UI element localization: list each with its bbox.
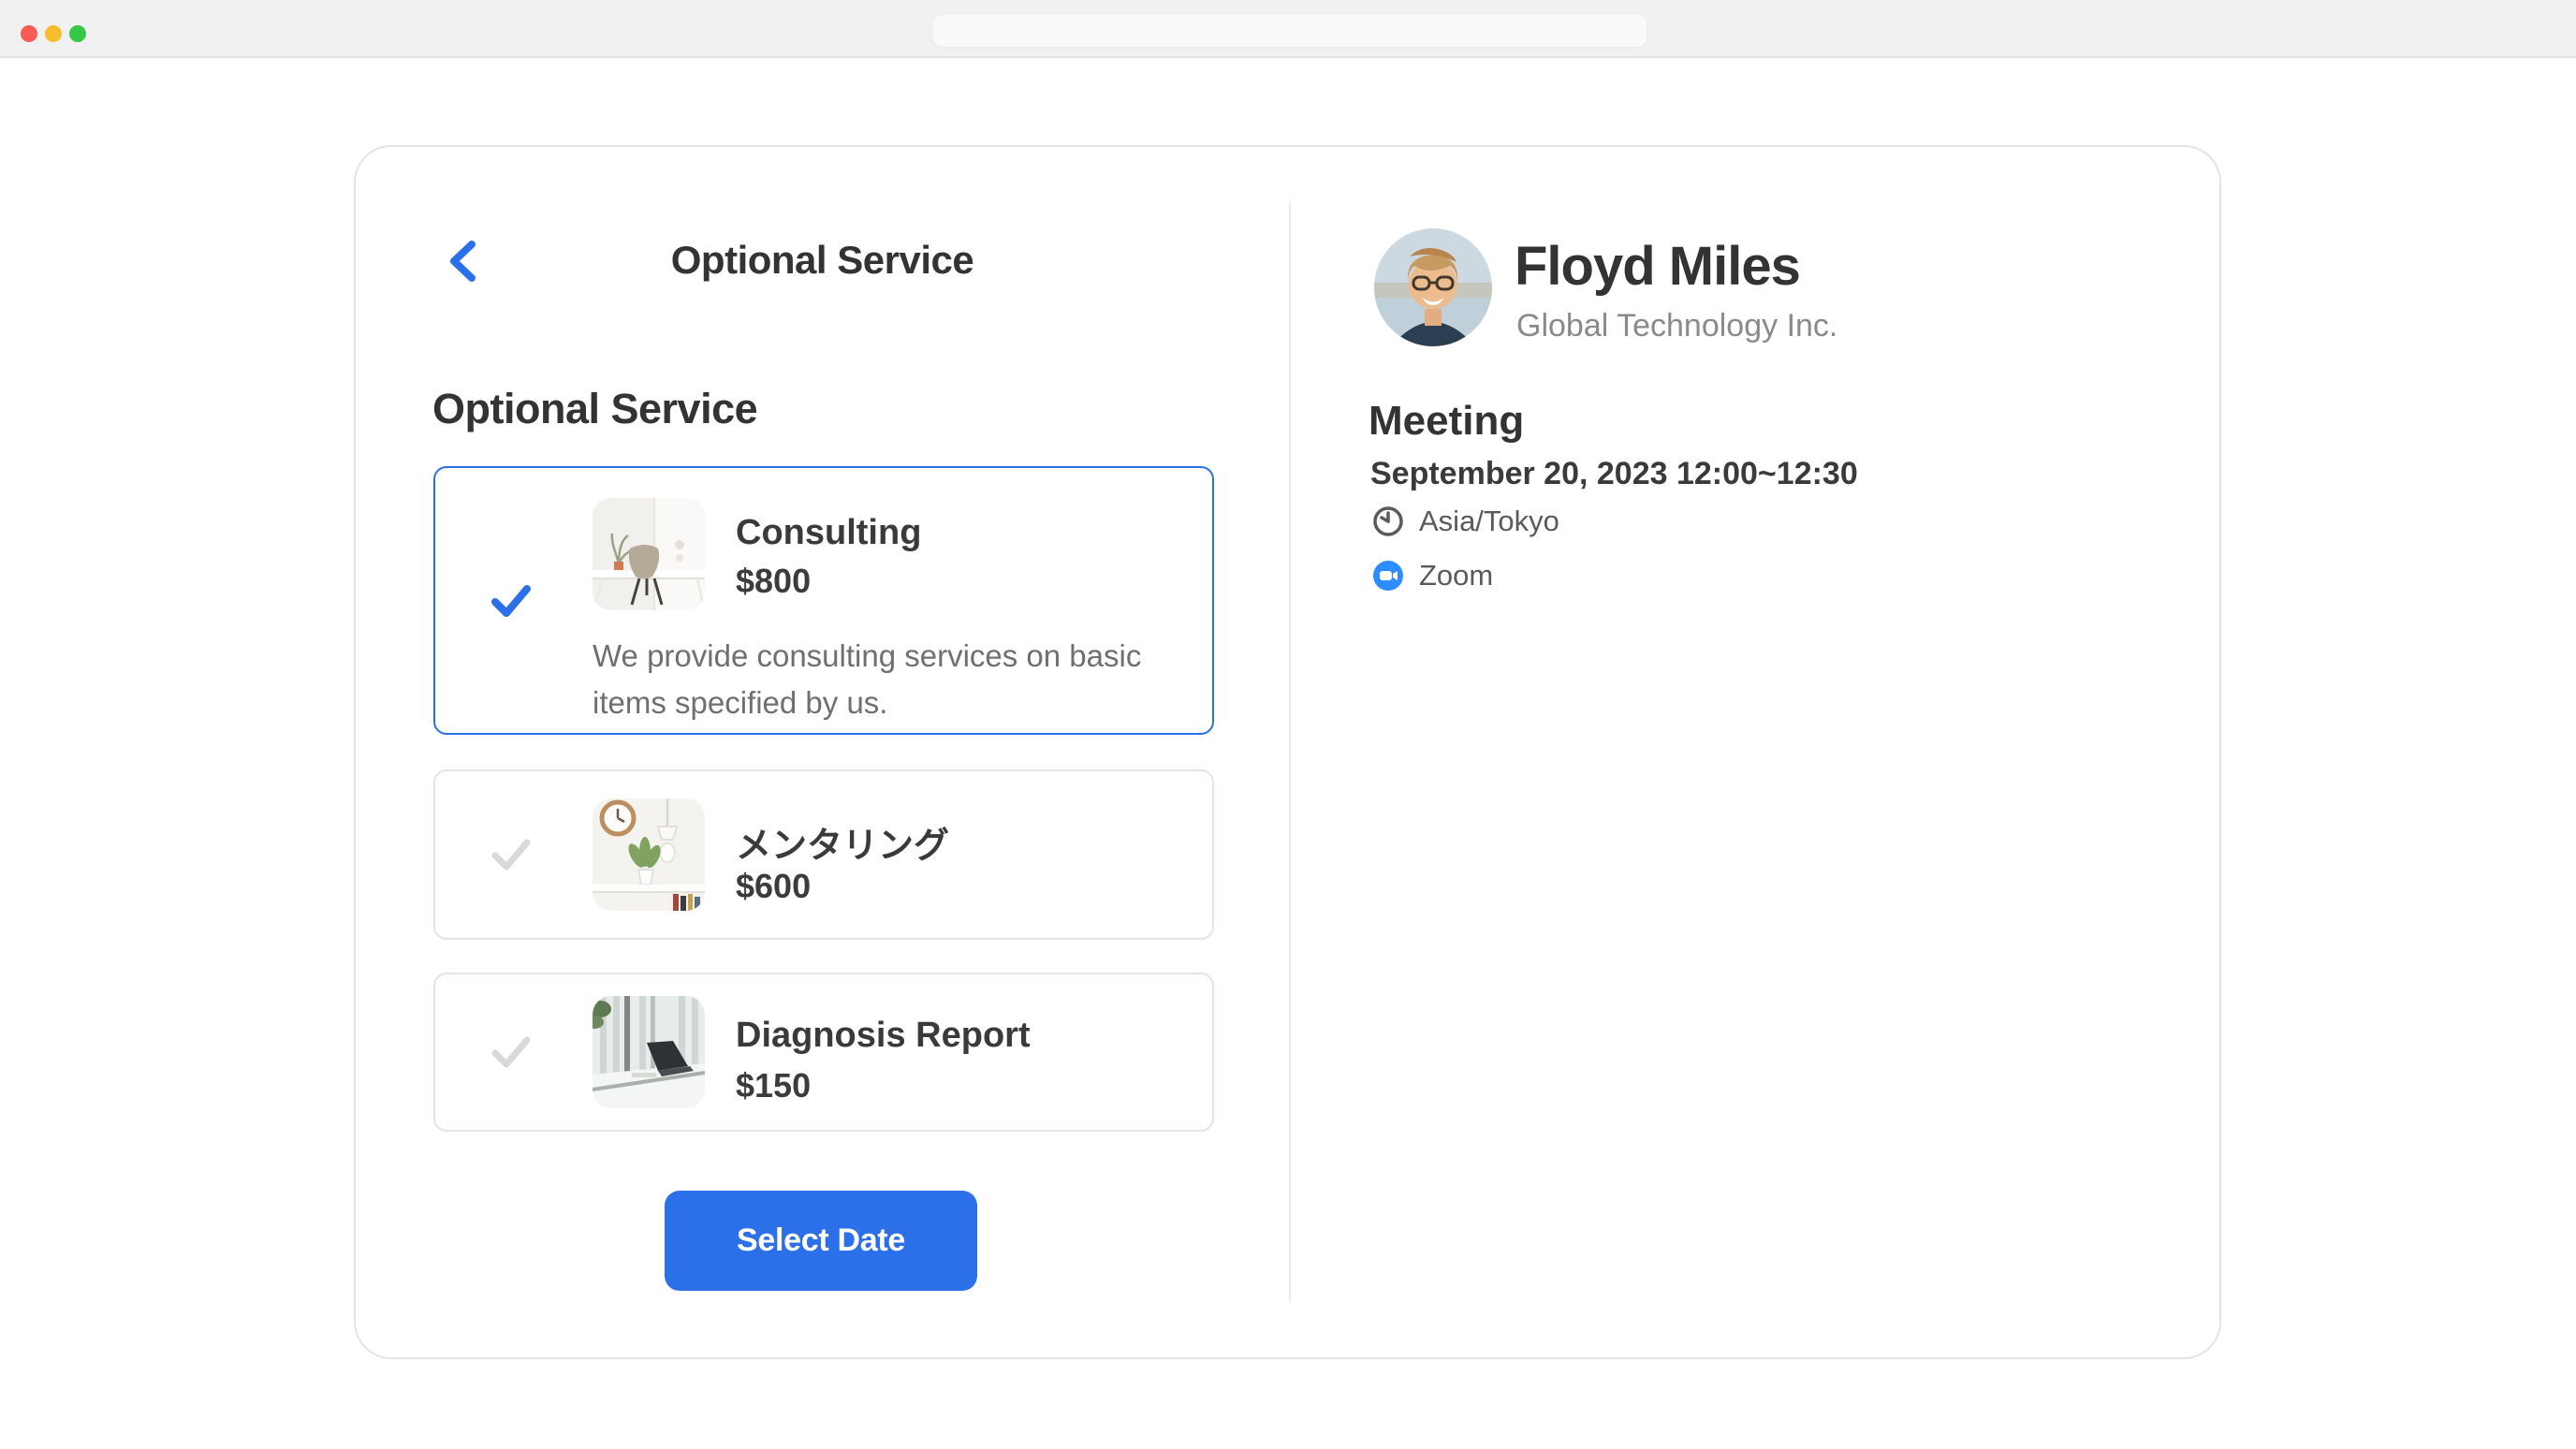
zoom-window-button[interactable] [69,25,86,42]
option-title: Diagnosis Report [736,1016,1031,1056]
location-label: Zoom [1419,559,1493,593]
host-avatar [1374,228,1492,346]
office-window-photo [593,996,705,1108]
option-card-mentoring[interactable]: メンタリング $600 [433,769,1214,940]
check-icon-unselected [491,1032,531,1072]
timezone-row: Asia/Tokyo [1372,505,1559,538]
clock-icon [1372,505,1404,537]
event-title: Meeting [1368,398,1524,445]
browser-chrome [0,0,2576,58]
desk-chair-photo [593,498,705,610]
page-title: Optional Service [356,238,1289,283]
select-date-button[interactable]: Select Date [665,1191,977,1291]
option-title: メンタリング [736,816,949,868]
address-bar[interactable] [933,15,1647,47]
clock-plant-photo [593,798,705,911]
option-card-consulting[interactable]: Consulting $800 We provide consulting se… [433,466,1214,735]
zoom-video-icon [1372,560,1404,592]
check-icon [491,581,531,621]
check-icon-unselected [491,835,531,874]
host-name: Floyd Miles [1515,235,1800,298]
booking-card: Optional Service Optional Service [354,145,2221,1359]
option-card-diagnosis-report[interactable]: Diagnosis Report $150 [433,973,1214,1132]
close-window-button[interactable] [21,25,37,42]
location-row: Zoom [1372,559,1493,593]
option-price: $600 [736,867,811,906]
timezone-label: Asia/Tokyo [1419,505,1559,538]
traffic-lights [21,25,86,42]
option-price: $150 [736,1066,811,1105]
option-price: $800 [736,562,811,601]
option-title: Consulting [736,513,921,553]
host-company: Global Technology Inc. [1516,308,1837,344]
option-description: We provide consulting services on basic … [593,633,1192,726]
section-heading: Optional Service [432,385,757,433]
minimize-window-button[interactable] [45,25,62,42]
event-datetime: September 20, 2023 12:00~12:30 [1370,456,1858,492]
panel-divider [1289,201,1291,1303]
